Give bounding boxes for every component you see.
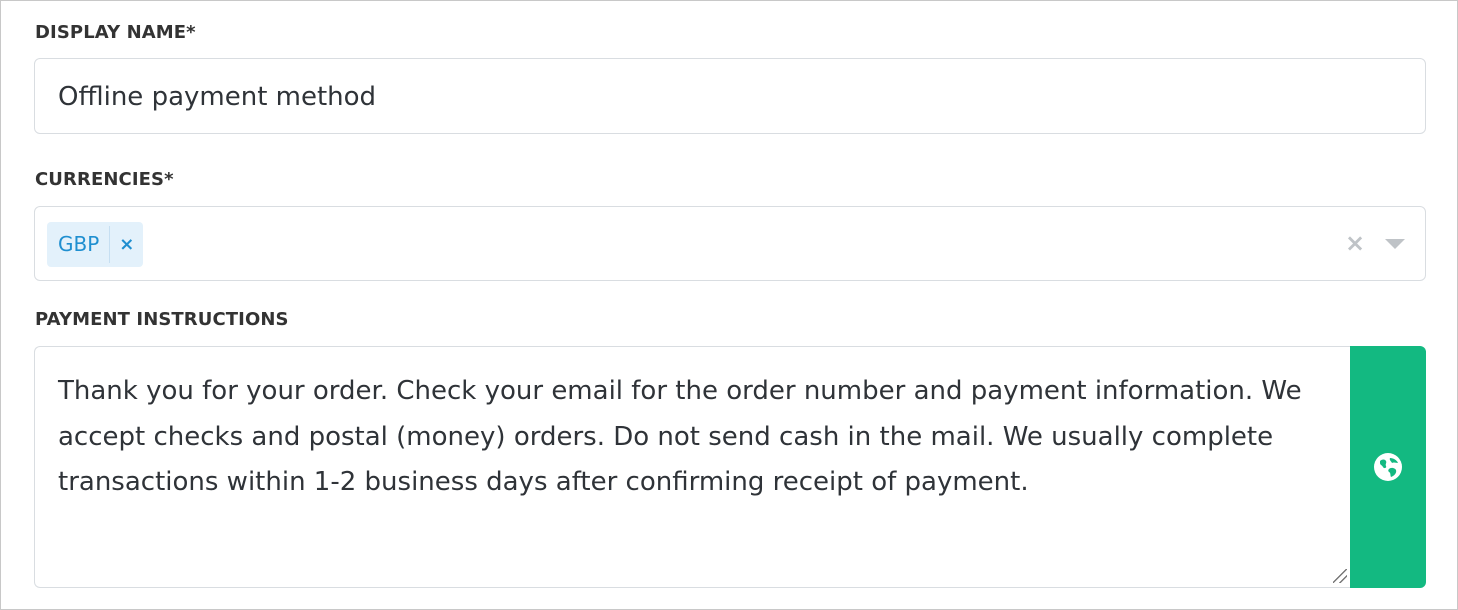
globe-icon [1374, 453, 1402, 481]
currencies-label: CURRENCIES* [35, 169, 174, 190]
display-name-label: DISPLAY NAME* [35, 22, 196, 43]
payment-instructions-text: Thank you for your order. Check your ema… [58, 376, 1302, 497]
resize-handle-icon[interactable] [1333, 569, 1347, 583]
clear-selection-icon[interactable]: × [1343, 229, 1367, 257]
chevron-down-icon[interactable] [1385, 239, 1405, 249]
payment-instructions-group: Thank you for your order. Check your ema… [34, 346, 1426, 588]
payment-instructions-label: PAYMENT INSTRUCTIONS [35, 309, 289, 330]
currency-tag: GBP × [47, 222, 144, 267]
payment-instructions-textarea[interactable]: Thank you for your order. Check your ema… [34, 346, 1351, 588]
display-name-value: Offline payment method [58, 82, 377, 112]
translate-button[interactable] [1350, 346, 1426, 588]
currencies-select[interactable]: GBP × × [34, 206, 1426, 281]
tag-remove-icon[interactable]: × [110, 222, 143, 267]
payment-method-form: DISPLAY NAME* Offline payment method CUR… [0, 0, 1458, 610]
display-name-input[interactable]: Offline payment method [34, 58, 1426, 134]
currency-tag-label: GBP [58, 232, 100, 256]
